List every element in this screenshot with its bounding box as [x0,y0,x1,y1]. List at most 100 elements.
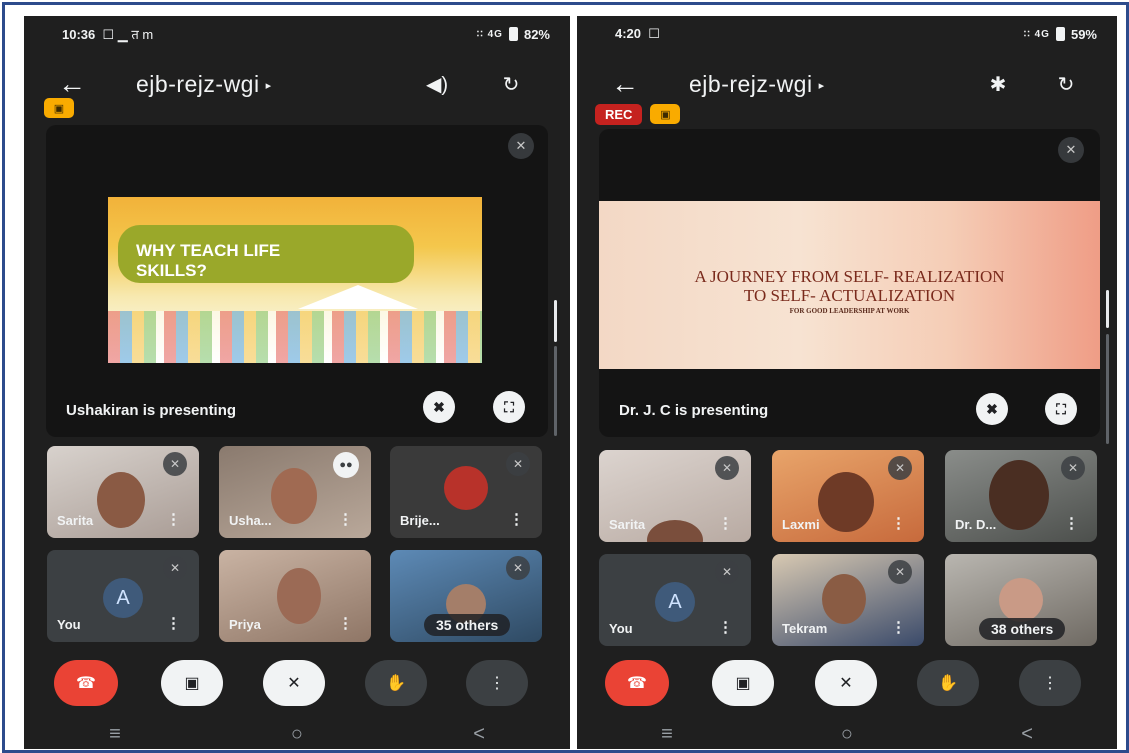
participant-video [271,468,317,524]
participant-tile[interactable]: A ✕ You ⋮ [599,554,751,646]
participant-tile[interactable]: ✕ 35 others [390,550,542,642]
mic-toggle-button[interactable]: ✕ [815,660,877,706]
meet-screen-right: 4:20 ☐ ∶∶ 4G 59% ← ejb-rejz-wgi ▸ ✱ ↻ REC… [577,16,1117,749]
mic-off-icon: ✕ [1058,137,1084,163]
participant-name: You [609,621,633,636]
participant-tile[interactable]: ✕ Tekram ⋮ [772,554,924,646]
notification-icons: ☐ ▁ त m [102,27,154,42]
speaking-indicator-icon: ●● [333,452,359,478]
participant-video [97,472,145,528]
more-options-icon[interactable]: ⋮ [891,618,906,636]
pin-off-icon[interactable]: ✖ [423,391,455,423]
switch-camera-icon[interactable]: ↻ [498,71,524,97]
scrollbar-track [554,346,557,436]
participant-name: Brije... [400,513,440,528]
participant-name: Priya [229,617,261,632]
nav-recent-icon[interactable]: ≡ [109,723,121,746]
participant-tile[interactable]: ●● Usha... ⋮ [219,446,371,538]
mic-off-icon: ✕ [888,560,912,584]
slide-title: A JOURNEY FROM SELF- REALIZATION TO SELF… [694,267,1005,305]
android-nav-bar: ≡ ○ < [24,720,570,749]
participant-name: You [57,617,81,632]
signal-icon: ∶∶ 4G [476,28,503,40]
participant-video [818,472,874,532]
more-options-icon[interactable]: ⋮ [718,514,733,532]
slide-subtitle: FOR GOOD LEADERSHIP AT WORK [789,307,910,315]
mic-off-icon: ✕ [715,456,739,480]
avatar: A [655,582,695,622]
more-options-icon[interactable]: ⋮ [1064,514,1079,532]
participant-tile[interactable]: A ✕ You ⋮ [47,550,199,642]
back-arrow-icon[interactable]: ← [611,70,639,98]
mic-off-icon: ✕ [163,556,187,580]
participant-name: Tekram [782,621,828,636]
children-illustration [108,311,482,363]
camera-toggle-button[interactable]: ▣ [161,660,223,706]
mic-off-icon: ✕ [1061,456,1085,480]
fullscreen-icon[interactable]: ⛶ [1045,393,1077,425]
status-time: 10:36 [62,27,96,42]
participant-tile[interactable]: ✕ Sarita ⋮ [599,450,751,542]
end-call-button[interactable]: ☎ [54,660,118,706]
nav-home-icon[interactable]: ○ [841,723,853,746]
mic-off-icon: ✕ [715,560,739,584]
scrollbar-thumb[interactable] [1106,290,1109,328]
nav-back-icon[interactable]: < [473,723,485,746]
scrollbar-thumb[interactable] [554,300,557,342]
back-arrow-icon[interactable]: ← [58,70,86,98]
more-options-icon[interactable]: ⋮ [338,614,353,632]
participant-tile[interactable]: 38 others [945,554,1097,646]
signal-icon: ∶∶ 4G [1023,28,1050,40]
scrollbar-track [1106,334,1109,444]
switch-camera-icon[interactable]: ↻ [1053,71,1079,97]
participant-video [999,578,1043,622]
raise-hand-button[interactable]: ✋ [365,660,427,706]
participant-name: Sarita [609,517,646,532]
more-options-icon[interactable]: ⋮ [718,618,733,636]
meeting-topbar: ← ejb-rejz-wgi ▸ ✱ ↻ [577,60,1117,108]
bluetooth-icon[interactable]: ✱ [985,71,1011,97]
more-options-icon[interactable]: ⋮ [166,510,181,528]
mic-off-icon: ✕ [506,452,530,476]
caret-right-icon: ▸ [265,79,272,92]
participant-tile[interactable]: Priya ⋮ [219,550,371,642]
participant-tile[interactable]: ✕ Dr. D... ⋮ [945,450,1097,542]
pin-off-icon[interactable]: ✖ [976,393,1008,425]
participant-tile[interactable]: ✕ Sarita ⋮ [47,446,199,538]
more-options-icon[interactable]: ⋮ [509,510,524,528]
presenting-label: Ushakiran is presenting [66,402,237,419]
battery-level: 59% [1070,26,1097,42]
more-options-icon[interactable]: ⋮ [338,510,353,528]
badge-row: REC ▣ [595,104,681,125]
more-options-icon[interactable]: ⋮ [166,614,181,632]
speaker-icon[interactable]: ◀) [424,71,450,97]
others-count[interactable]: 38 others [979,618,1066,640]
end-call-button[interactable]: ☎ [605,660,669,706]
presentation-area[interactable]: ✕ A JOURNEY FROM SELF- REALIZATION TO SE… [599,129,1100,437]
participant-tile[interactable]: ✕ Laxmi ⋮ [772,450,924,542]
presentation-area[interactable]: ✕ WHY TEACH LIFE SKILLS? Ushakiran is pr… [46,125,548,437]
camera-toggle-button[interactable]: ▣ [712,660,774,706]
nav-home-icon[interactable]: ○ [291,723,303,746]
mic-toggle-button[interactable]: ✕ [263,660,325,706]
others-count[interactable]: 35 others [424,614,511,636]
mic-off-icon: ✕ [508,133,534,159]
participant-tile[interactable]: ✕ Brije... ⋮ [390,446,542,538]
fullscreen-icon[interactable]: ⛶ [493,391,525,423]
mic-off-icon: ✕ [888,456,912,480]
notification-icon: ☐ [648,26,660,41]
caret-right-icon: ▸ [818,79,825,92]
raise-hand-button[interactable]: ✋ [917,660,979,706]
battery-level: 82% [523,26,550,42]
more-options-icon[interactable]: ⋮ [891,514,906,532]
nav-back-icon[interactable]: < [1021,723,1033,746]
meeting-code[interactable]: ejb-rejz-wgi ▸ [689,71,825,98]
nav-recent-icon[interactable]: ≡ [661,723,673,746]
meeting-code[interactable]: ejb-rejz-wgi ▸ [136,71,272,98]
camera-off-badge-icon: ▣ [44,98,74,118]
participant-video [647,520,703,542]
presentation-slide: A JOURNEY FROM SELF- REALIZATION TO SELF… [599,201,1100,369]
more-options-button[interactable]: ⋮ [1019,660,1081,706]
participant-name: Usha... [229,513,272,528]
more-options-button[interactable]: ⋮ [466,660,528,706]
